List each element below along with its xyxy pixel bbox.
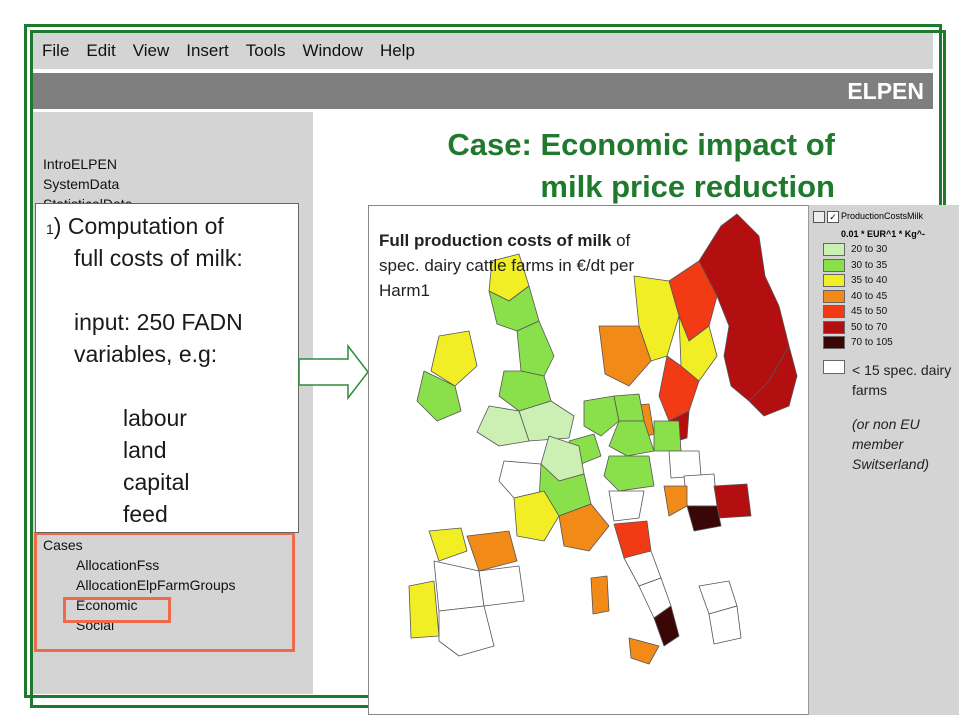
map-region-germany-south [603, 455, 655, 492]
callout-title-line-2: full costs of milk: [74, 245, 243, 271]
legend-label: 50 to 70 [851, 321, 888, 333]
legend-swatch [823, 258, 845, 272]
callout-title-line-1: 1) Computation of [46, 213, 224, 239]
nav-item-allocationelpfarmgroups[interactable]: AllocationElpFarmGroups [43, 575, 236, 595]
map-caption: Full production costs of milk of spec. d… [379, 231, 635, 300]
legend-label: 35 to 40 [851, 275, 888, 286]
map-region-slovenia [686, 505, 722, 532]
legend-swatch [823, 243, 845, 256]
callout-input-line-2: variables, e.g: [74, 341, 218, 367]
map-region-switzerland [608, 490, 645, 522]
heading-line-2: milk price reduction [540, 169, 835, 204]
legend-layer-name: ProductionCostsMilk [841, 211, 924, 221]
menu-bar: File Edit View Insert Tools Window Help [33, 33, 933, 69]
legend-swatch [823, 305, 845, 318]
map-region-poland [668, 450, 702, 479]
map-region-england-north [516, 320, 555, 377]
legend-label: 30 to 35 [851, 259, 888, 271]
layer-expand-icon[interactable] [813, 211, 825, 223]
callout-input-line-1: input: 250 FADN [74, 309, 243, 335]
legend-note-italic: (or non EU member Switserland) [852, 416, 930, 472]
menu-window[interactable]: Window [302, 41, 362, 61]
legend-label: 20 to 30 [851, 244, 888, 255]
menu-edit[interactable]: Edit [86, 41, 115, 61]
map-region-romania [713, 483, 752, 519]
menu-tools[interactable]: Tools [246, 41, 286, 61]
legend-unit: 0.01 * EUR^1 * Kg^- [841, 229, 926, 239]
map-region-spain-south [438, 605, 495, 657]
map-region-germany-north [613, 393, 645, 422]
callout-example-labour: labour [123, 405, 187, 431]
menu-insert[interactable]: Insert [186, 41, 229, 61]
legend-swatch [823, 274, 845, 287]
map-region-spain-east [478, 565, 525, 607]
legend-note: < 15 spec. dairy farms [852, 362, 952, 398]
menu-file[interactable]: File [42, 41, 69, 61]
legend-swatch [823, 320, 845, 334]
legend-swatch [823, 289, 845, 303]
map-region-portugal [408, 580, 440, 639]
map-region-netherlands [583, 395, 620, 437]
map-region-slovakia [683, 473, 718, 507]
computation-callout: 1) Computation of full costs of milk: in… [35, 203, 299, 533]
layer-visible-checkbox[interactable]: ✓ [827, 211, 839, 223]
brand-title: ELPEN [847, 78, 924, 104]
callout-example-land: land [123, 437, 167, 463]
callout-step-number: 1 [46, 221, 54, 237]
map-region-spain-northeast [466, 530, 518, 572]
nav-item-allocationfss[interactable]: AllocationFss [43, 555, 236, 575]
heading-line-1: Case: Economic impact of [447, 127, 835, 162]
legend-swatch-too-few-farms [823, 360, 845, 374]
right-arrow-icon [298, 344, 369, 400]
title-bar: ELPEN [33, 73, 933, 109]
map-region-spain-centre [433, 560, 485, 612]
map-region-sardinia [590, 575, 610, 615]
nav-item-introelpen[interactable]: IntroELPEN [43, 154, 132, 174]
economic-highlight-box [63, 597, 171, 623]
legend-label: 45 to 50 [851, 306, 888, 317]
map-region-spain-north [428, 527, 468, 562]
menu-view[interactable]: View [133, 41, 170, 61]
legend-label: 40 to 45 [851, 290, 888, 302]
callout-example-feed: feed [123, 501, 168, 527]
map-region-austria [663, 485, 688, 517]
nav-item-cases[interactable]: Cases [43, 535, 236, 555]
menu-help[interactable]: Help [380, 41, 415, 61]
legend-label: 70 to 105 [851, 337, 893, 348]
page-heading: Case: Economic impact of milk price redu… [320, 124, 835, 208]
nav-item-systemdata[interactable]: SystemData [43, 174, 132, 194]
map-region-germany-east [653, 420, 682, 452]
callout-example-capital: capital [123, 469, 190, 495]
map-region-sicily [628, 637, 660, 665]
legend-swatch [823, 336, 845, 349]
